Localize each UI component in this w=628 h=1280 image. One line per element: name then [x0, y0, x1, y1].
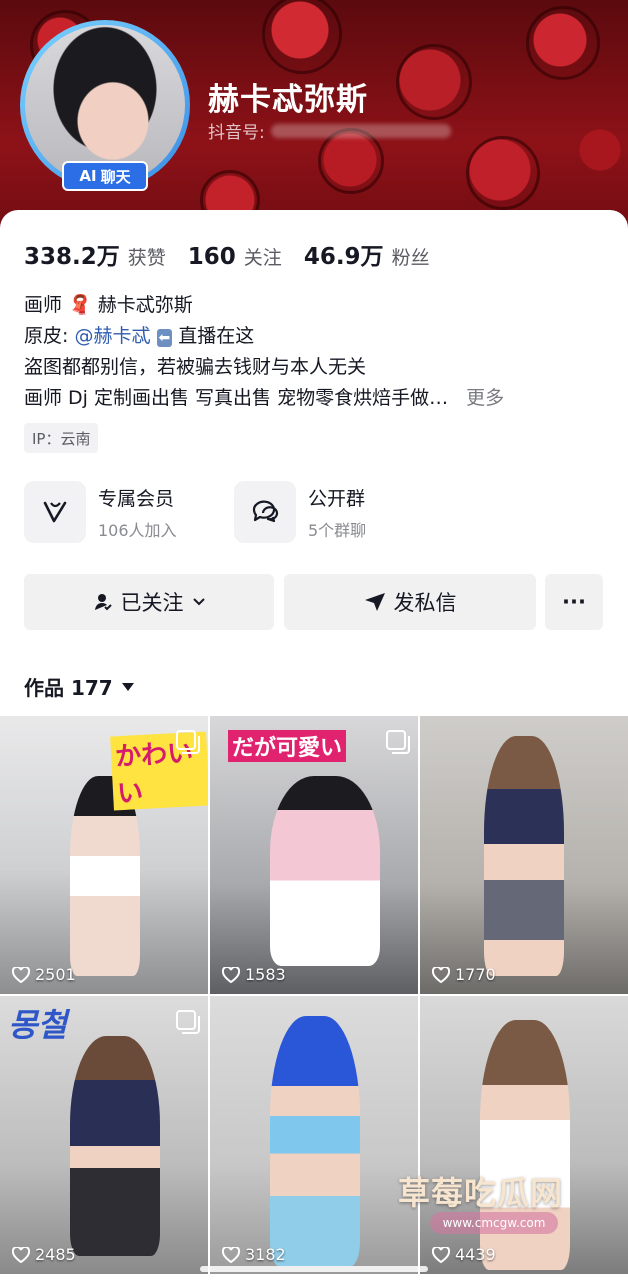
- caret-down-icon: [121, 682, 134, 691]
- following-button[interactable]: 已关注: [24, 574, 274, 630]
- ip-location-badge: IP：云南: [24, 423, 99, 453]
- heart-icon: [12, 1246, 30, 1263]
- stat-likes-label: 获赞: [127, 247, 166, 269]
- watermark-url: www.cmcgw.com: [430, 1212, 558, 1234]
- group-chat-icon: [234, 481, 296, 543]
- stat-followers-label: 粉丝: [391, 247, 430, 269]
- heart-icon: [222, 966, 240, 983]
- ai-chat-label: 聊天: [100, 167, 131, 186]
- message-label: 发私信: [393, 591, 457, 615]
- scarf-emoji-icon: 🧣: [68, 294, 92, 316]
- video-thumbnail-1[interactable]: かわいい 2501: [0, 716, 208, 994]
- user-check-icon: [94, 594, 112, 611]
- heart-icon: [12, 966, 30, 983]
- member-title: 专属会员: [98, 487, 175, 510]
- video-likes-count: 3182: [245, 1245, 286, 1264]
- more-options-button[interactable]: ···: [545, 574, 603, 630]
- heart-icon: [432, 966, 450, 983]
- ai-label: AI: [79, 167, 97, 185]
- video-thumbnail-2[interactable]: だが可愛い 1583: [210, 716, 418, 994]
- stat-followers-value: 46.9万: [303, 244, 384, 270]
- send-icon: [364, 593, 385, 611]
- douyin-id[interactable]: 抖音号:: [208, 118, 451, 143]
- video-likes: 1770: [432, 965, 496, 984]
- group-entry[interactable]: 公开群 5个群聊: [234, 481, 366, 543]
- thumbnail-4-overlay: 몽철: [8, 1006, 67, 1044]
- douyin-id-label: 抖音号:: [208, 123, 265, 143]
- multi-image-icon: [386, 730, 410, 754]
- video-likes-count: 2485: [35, 1245, 76, 1264]
- ai-chat-button[interactable]: AI 聊天: [62, 161, 148, 191]
- chevron-down-icon: [192, 598, 205, 606]
- video-likes-count: 1770: [455, 965, 496, 984]
- bio-more-link[interactable]: 更多: [466, 387, 504, 409]
- multi-image-icon: [176, 730, 200, 754]
- bio-line-2-prefix: 原皮:: [24, 325, 69, 347]
- bio-line-4-text: 画师 Dj 定制画出售 写真出售 宠物零食烘焙手做…: [24, 387, 449, 409]
- video-likes: 3182: [222, 1245, 286, 1264]
- stat-likes[interactable]: 338.2万 获赞: [24, 237, 166, 271]
- thumbnail-2-overlay: だが可愛い: [228, 730, 347, 762]
- video-thumbnail-5[interactable]: 3182: [210, 996, 418, 1274]
- bio-line-2: 原皮: @赫卡忒 ⬅ 直播在这: [24, 321, 614, 352]
- heart-icon: [222, 1246, 240, 1263]
- bio-line-4: 画师 Dj 定制画出售 写真出售 宠物零食烘焙手做… 更多: [24, 383, 614, 414]
- video-likes: 4439: [432, 1245, 496, 1264]
- stats-row: 338.2万 获赞 160 关注 46.9万 粉丝: [24, 237, 452, 271]
- v-member-icon: [24, 481, 86, 543]
- nickname: 赫卡忒弥斯: [208, 82, 368, 118]
- bio-line-1-prefix: 画师: [24, 294, 63, 316]
- video-likes-count: 2501: [35, 965, 76, 984]
- bio-mention-link[interactable]: @赫卡忒: [74, 325, 150, 347]
- home-indicator[interactable]: [200, 1266, 428, 1272]
- bio-line-1: 画师 🧣 赫卡忒弥斯: [24, 290, 614, 321]
- member-entry[interactable]: 专属会员 106人加入: [24, 481, 177, 543]
- group-title: 公开群: [308, 487, 366, 510]
- video-thumbnail-3[interactable]: 1770: [420, 716, 628, 994]
- video-likes-count: 1583: [245, 965, 286, 984]
- multi-image-icon: [176, 1010, 200, 1034]
- group-subtitle: 5个群聊: [308, 520, 367, 540]
- message-button[interactable]: 发私信: [284, 574, 536, 630]
- more-dots-icon: ···: [562, 590, 586, 614]
- stat-following[interactable]: 160 关注: [188, 243, 282, 270]
- video-likes: 1583: [222, 965, 286, 984]
- video-likes-count: 4439: [455, 1245, 496, 1264]
- following-label: 已关注: [120, 591, 184, 615]
- video-thumbnail-4[interactable]: 몽철 2485: [0, 996, 208, 1274]
- stat-following-value: 160: [187, 244, 236, 270]
- video-likes: 2485: [12, 1245, 76, 1264]
- stat-following-label: 关注: [243, 247, 282, 269]
- bio[interactable]: 画师 🧣 赫卡忒弥斯 原皮: @赫卡忒 ⬅ 直播在这 盗图都都别信，若被骗去钱财…: [24, 290, 614, 414]
- stat-followers[interactable]: 46.9万 粉丝: [304, 237, 430, 271]
- arrow-left-icon: ⬅: [156, 329, 173, 347]
- bio-line-3: 盗图都都别信，若被骗去钱财与本人无关: [24, 356, 367, 378]
- bio-line-2-suffix: 直播在这: [178, 325, 255, 347]
- douyin-id-value-blurred: [270, 123, 451, 138]
- works-tab-label: 作品 177: [24, 676, 113, 700]
- heart-icon: [432, 1246, 450, 1263]
- video-likes: 2501: [12, 965, 76, 984]
- stat-likes-value: 338.2万: [24, 244, 120, 270]
- watermark-title: 草莓吃瓜网: [398, 1174, 564, 1212]
- bio-line-1-suffix: 赫卡忒弥斯: [97, 294, 193, 316]
- tab-works[interactable]: 作品 177: [24, 672, 135, 701]
- member-subtitle: 106人加入: [98, 520, 177, 540]
